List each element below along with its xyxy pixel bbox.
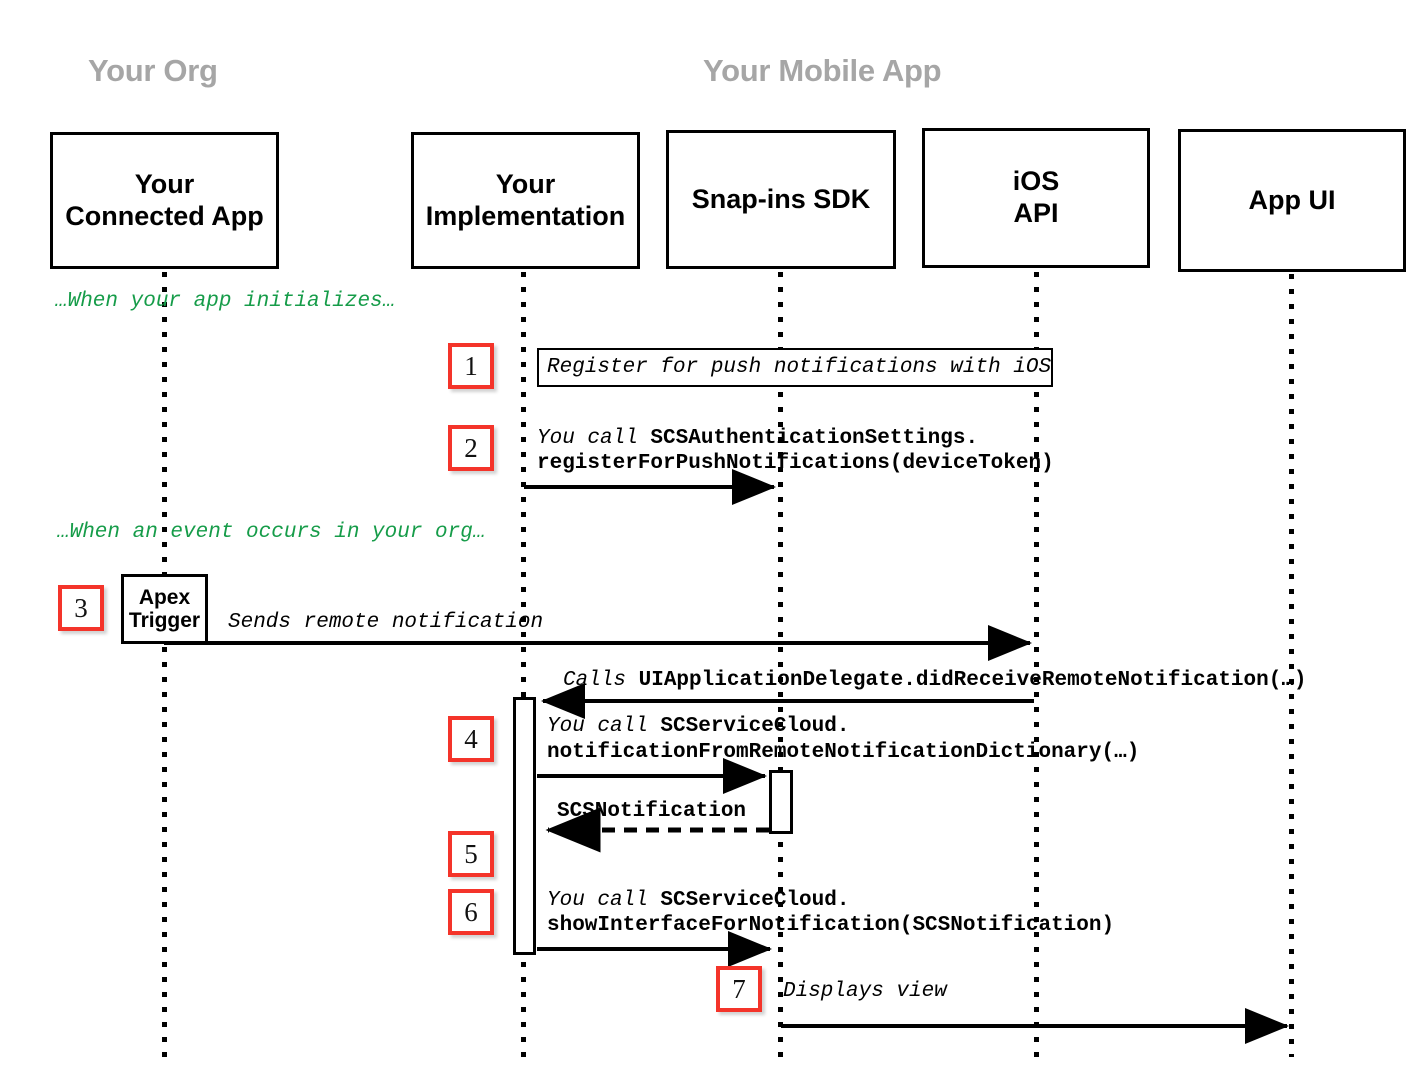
sequence-diagram-canvas: Your Org Your Mobile App Your Connected …: [0, 0, 1423, 1067]
arrow-step7-sdk-to-app-ui: [781, 1008, 1289, 1044]
